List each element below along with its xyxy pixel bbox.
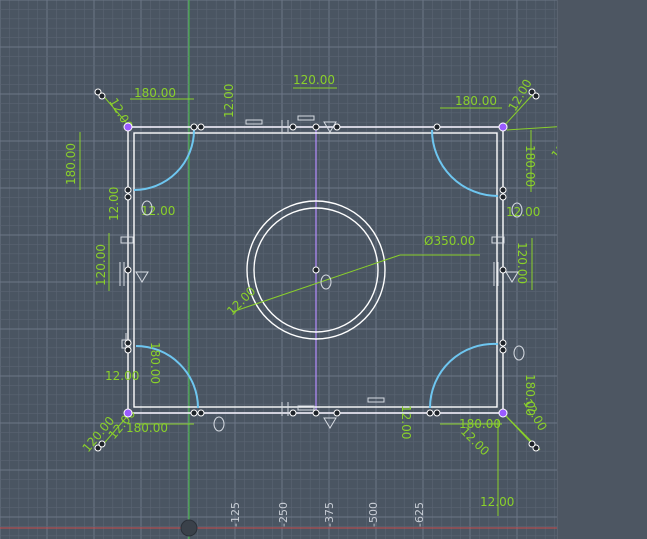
dim-right-small[interactable]: 12.00	[506, 205, 540, 219]
dim-bottom-center-height[interactable]: 12.00	[399, 405, 413, 439]
sketch-point[interactable]	[289, 409, 297, 417]
sketch-point[interactable]	[433, 409, 441, 417]
sketch-point[interactable]	[98, 92, 106, 100]
dim-top-left-width[interactable]: 180.00	[134, 86, 176, 100]
sketch-point[interactable]	[124, 339, 132, 347]
sketch-point[interactable]	[124, 266, 132, 274]
dim-bottom-left-width[interactable]: 180.00	[126, 421, 168, 435]
sketch-point[interactable]	[124, 193, 132, 201]
side-panel	[557, 0, 647, 539]
sketch-point[interactable]	[333, 123, 341, 131]
sketch-point[interactable]	[499, 193, 507, 201]
canvas-background	[0, 0, 557, 539]
sketch-point[interactable]	[312, 266, 320, 274]
dim-left-inner[interactable]: 12.00	[107, 187, 121, 221]
sketch-canvas[interactable]: 180.00 12.00 120.00 12.00 180.00 12.00 1…	[0, 0, 557, 539]
origin-point[interactable]	[180, 519, 198, 537]
dim-left-arc-offset[interactable]: 12.00	[141, 204, 175, 218]
sketch-point[interactable]	[312, 409, 320, 417]
sketch-point[interactable]	[123, 408, 133, 418]
sketch-point[interactable]	[499, 346, 507, 354]
axis-label-1: -125	[229, 502, 242, 527]
sketch-point[interactable]	[190, 409, 198, 417]
dim-bottom-left-height[interactable]: 180.00	[148, 342, 162, 384]
sketch-point[interactable]	[433, 123, 441, 131]
sketch-point[interactable]	[289, 123, 297, 131]
axis-label-3: -375	[323, 502, 336, 527]
sketch-point[interactable]	[499, 266, 507, 274]
sketch-point[interactable]	[190, 123, 198, 131]
sketch-point[interactable]	[333, 409, 341, 417]
dim-top-inner-height[interactable]: 12.00	[222, 84, 236, 118]
sketch-point[interactable]	[499, 186, 507, 194]
dim-left-height[interactable]: 180.00	[64, 143, 78, 185]
sketch-point[interactable]	[98, 440, 106, 448]
sketch-point[interactable]	[197, 123, 205, 131]
sketch-point[interactable]	[499, 339, 507, 347]
axis-label-2: -250	[277, 502, 290, 527]
dim-left-mid-height[interactable]: 120.00	[94, 244, 108, 286]
axis-label-5: -625	[413, 502, 426, 527]
dim-bottom-small[interactable]: 12.00	[480, 495, 514, 509]
dim-right-mid-height[interactable]: 120.00	[515, 242, 529, 284]
sketch-point[interactable]	[498, 122, 508, 132]
sketch-point[interactable]	[197, 409, 205, 417]
sketch-svg[interactable]: 180.00 12.00 120.00 12.00 180.00 12.00 1…	[0, 0, 557, 539]
sketch-point[interactable]	[124, 186, 132, 194]
dim-top-right-width[interactable]: 180.00	[455, 94, 497, 108]
dim-circle-diameter[interactable]: Ø350.00	[424, 234, 475, 248]
sketch-point[interactable]	[124, 346, 132, 354]
sketch-point[interactable]	[532, 92, 540, 100]
sketch-point[interactable]	[123, 122, 133, 132]
dim-bottom-left-offset[interactable]: 12.00	[105, 369, 139, 383]
sketch-point[interactable]	[498, 408, 508, 418]
sketch-point[interactable]	[426, 409, 434, 417]
axis-label-4: -500	[367, 502, 380, 527]
sketch-point[interactable]	[528, 440, 536, 448]
sketch-point[interactable]	[312, 123, 320, 131]
dim-top-center-width[interactable]: 120.00	[293, 73, 335, 87]
dim-right-height[interactable]: 180.00	[523, 145, 537, 187]
